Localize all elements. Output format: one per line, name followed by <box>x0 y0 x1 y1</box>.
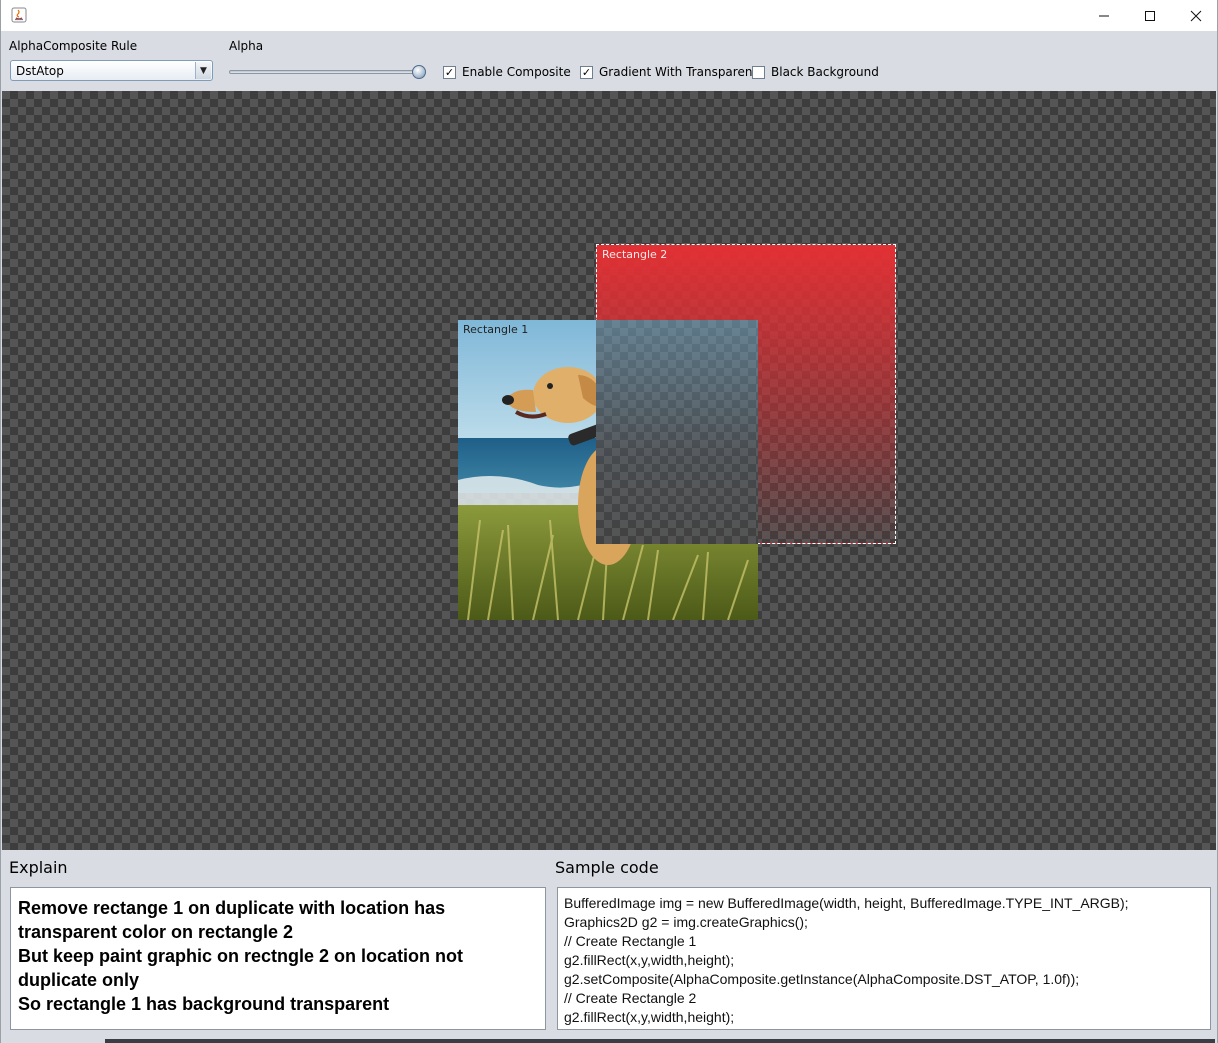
composite-rule-label: AlphaComposite Rule <box>9 39 138 53</box>
enable-composite-checkbox[interactable]: ✓ Enable Composite <box>443 64 571 80</box>
code-line: g2.fillRect(x,y,width,height); <box>564 1009 735 1025</box>
black-background-label: Black Background <box>771 65 879 79</box>
code-line: Graphics2D g2 = img.createGraphics(); <box>564 914 808 930</box>
overlap-tint <box>596 320 758 544</box>
rectangle-1-label: Rectangle 1 <box>463 323 529 336</box>
explain-line: Remove rectange 1 on duplicate with loca… <box>18 898 446 918</box>
code-line: g2.setComposite(AlphaComposite.getInstan… <box>564 971 1080 987</box>
minimize-button[interactable] <box>1081 0 1127 31</box>
explain-line: But keep paint graphic on rectngle 2 on … <box>18 946 464 966</box>
taskbar-edge <box>105 1039 1215 1043</box>
chevron-down-icon[interactable]: ▼ <box>195 62 211 79</box>
gradient-transparent-label: Gradient With Transparent <box>599 65 758 79</box>
app-window: AlphaComposite Rule Alpha DstAtop ▼ ✓ En… <box>0 0 1218 1043</box>
alpha-label: Alpha <box>229 39 264 53</box>
explain-line: So rectangle 1 has background transparen… <box>18 994 390 1014</box>
alpha-slider-thumb[interactable] <box>412 65 426 79</box>
java-icon <box>11 7 27 23</box>
title-bar[interactable] <box>1 0 1217 31</box>
composite-canvas: Rectangle 1 Rectangle 2 <box>2 91 1216 850</box>
explain-text-area[interactable]: Remove rectange 1 on duplicate with loca… <box>10 887 546 1030</box>
checkbox-box[interactable]: ✓ <box>580 65 593 79</box>
close-button[interactable] <box>1173 0 1218 31</box>
alpha-slider[interactable] <box>229 65 429 79</box>
black-background-checkbox[interactable]: Black Background <box>752 64 879 80</box>
maximize-icon <box>1145 10 1155 21</box>
code-line: // Create Rectangle 2 <box>564 990 697 1006</box>
code-line: BufferedImage img = new BufferedImage(wi… <box>564 895 1129 911</box>
controls-toolbar: AlphaComposite Rule Alpha DstAtop ▼ ✓ En… <box>1 31 1217 91</box>
overlap-transparent-region <box>596 320 758 544</box>
alpha-slider-track[interactable] <box>229 70 419 74</box>
sample-code-text-area[interactable]: BufferedImage img = new BufferedImage(wi… <box>557 887 1211 1030</box>
code-line: // Create Rectangle 1 <box>564 933 697 949</box>
explain-title: Explain <box>9 858 68 877</box>
composite-rule-select[interactable]: DstAtop ▼ <box>10 60 213 81</box>
minimize-icon <box>1099 15 1109 16</box>
sample-code-title: Sample code <box>555 858 659 877</box>
composite-rule-value: DstAtop <box>16 64 64 78</box>
maximize-button[interactable] <box>1127 0 1173 31</box>
explain-line: duplicate only <box>18 970 140 990</box>
code-line: g2.fillRect(x,y,width,height); <box>564 952 735 968</box>
explain-line: transparent color on rectangle 2 <box>18 922 294 942</box>
rectangle-2-label: Rectangle 2 <box>602 248 668 261</box>
checkbox-box[interactable] <box>752 65 765 79</box>
checkbox-box[interactable]: ✓ <box>443 65 456 79</box>
gradient-transparent-checkbox[interactable]: ✓ Gradient With Transparent <box>580 64 757 80</box>
close-icon <box>1190 10 1202 21</box>
enable-composite-label: Enable Composite <box>462 65 571 79</box>
